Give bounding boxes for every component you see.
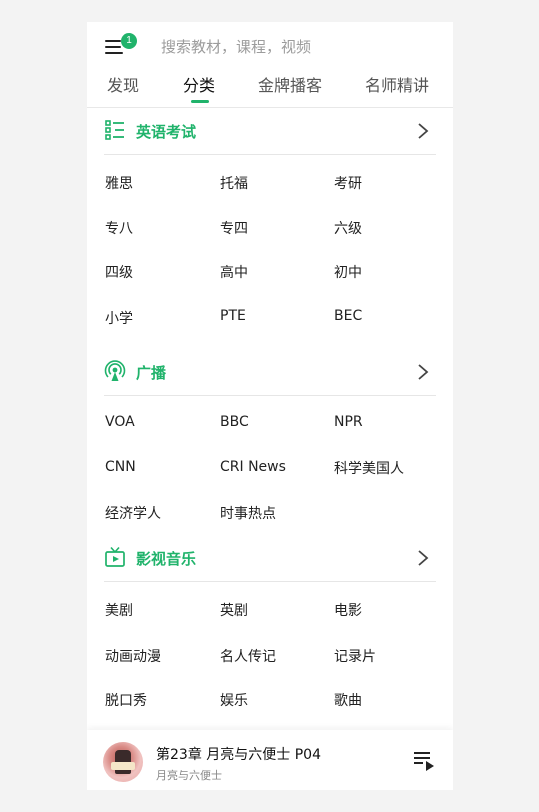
category-biography[interactable]: 名人传记 xyxy=(220,646,276,666)
broadcast-icon xyxy=(104,360,126,381)
category-animation[interactable]: 动画动漫 xyxy=(105,646,161,666)
mini-player[interactable]: 第23章 月亮与六便士 P04 月亮与六便士 xyxy=(87,730,453,790)
category-cnn[interactable]: CNN xyxy=(105,459,136,475)
category-uk-drama[interactable]: 英剧 xyxy=(220,600,248,620)
category-talk-show[interactable]: 脱口秀 xyxy=(105,690,147,710)
app-screen: 1 搜索教材，课程，视频 发现 分类 金牌播客 名师精讲 英语考试 雅思 托福 … xyxy=(87,22,453,790)
category-movies[interactable]: 电影 xyxy=(334,600,362,620)
category-toefl[interactable]: 托福 xyxy=(220,173,248,193)
category-primary-school[interactable]: 小学 xyxy=(105,308,133,328)
divider xyxy=(87,107,453,108)
tab-discover[interactable]: 发现 xyxy=(107,72,139,96)
section-header-broadcast[interactable]: 广播 xyxy=(104,350,436,394)
section-title: 英语考试 xyxy=(136,123,197,141)
now-playing-title: 第23章 月亮与六便士 P04 xyxy=(156,747,321,763)
section-title: 影视音乐 xyxy=(136,550,197,568)
category-tem4[interactable]: 专四 xyxy=(220,218,248,238)
top-bar: 1 搜索教材，课程，视频 xyxy=(87,22,453,70)
category-high-school[interactable]: 高中 xyxy=(220,262,248,282)
category-songs[interactable]: 歌曲 xyxy=(334,690,362,710)
category-postgrad-exam[interactable]: 考研 xyxy=(334,173,362,193)
chevron-right-icon xyxy=(418,364,429,380)
section-header-english-exams[interactable]: 英语考试 xyxy=(104,109,436,153)
divider xyxy=(104,154,436,155)
active-tab-indicator xyxy=(191,100,209,103)
category-cet4[interactable]: 四级 xyxy=(105,262,133,282)
now-playing-subtitle: 月亮与六便士 xyxy=(156,769,222,782)
category-ielts[interactable]: 雅思 xyxy=(105,173,133,193)
tv-icon xyxy=(105,546,125,567)
category-entertainment[interactable]: 娱乐 xyxy=(220,690,248,710)
divider xyxy=(104,581,436,582)
category-middle-school[interactable]: 初中 xyxy=(334,262,362,282)
category-bbc[interactable]: BBC xyxy=(220,414,249,430)
chevron-right-icon xyxy=(418,550,429,566)
tab-gold-podcasts[interactable]: 金牌播客 xyxy=(258,72,322,96)
section-title: 广播 xyxy=(136,364,167,382)
category-tem8[interactable]: 专八 xyxy=(105,218,133,238)
section-header-film-music[interactable]: 影视音乐 xyxy=(104,536,436,580)
category-npr[interactable]: NPR xyxy=(334,414,363,430)
category-documentary[interactable]: 记录片 xyxy=(334,646,376,666)
divider xyxy=(104,395,436,396)
category-tabs: 发现 分类 金牌播客 名师精讲 xyxy=(87,70,453,108)
notification-badge: 1 xyxy=(121,33,137,49)
album-cover[interactable] xyxy=(103,742,143,782)
category-us-drama[interactable]: 美剧 xyxy=(105,600,133,620)
category-economist[interactable]: 经济学人 xyxy=(105,503,161,523)
chevron-right-icon xyxy=(418,123,429,139)
category-pte[interactable]: PTE xyxy=(220,308,246,324)
playlist-icon[interactable] xyxy=(413,750,435,772)
category-cet6[interactable]: 六级 xyxy=(334,218,362,238)
category-scientific-american[interactable]: 科学美国人 xyxy=(334,458,404,478)
tab-teacher-lectures[interactable]: 名师精讲 xyxy=(365,72,429,96)
category-voa[interactable]: VOA xyxy=(105,414,135,430)
tab-categories[interactable]: 分类 xyxy=(183,72,215,96)
category-current-affairs[interactable]: 时事热点 xyxy=(220,503,276,523)
search-input[interactable]: 搜索教材，课程，视频 xyxy=(161,36,311,57)
list-check-icon xyxy=(105,120,124,140)
category-cri-news[interactable]: CRI News xyxy=(220,459,286,475)
category-bec[interactable]: BEC xyxy=(334,308,362,324)
